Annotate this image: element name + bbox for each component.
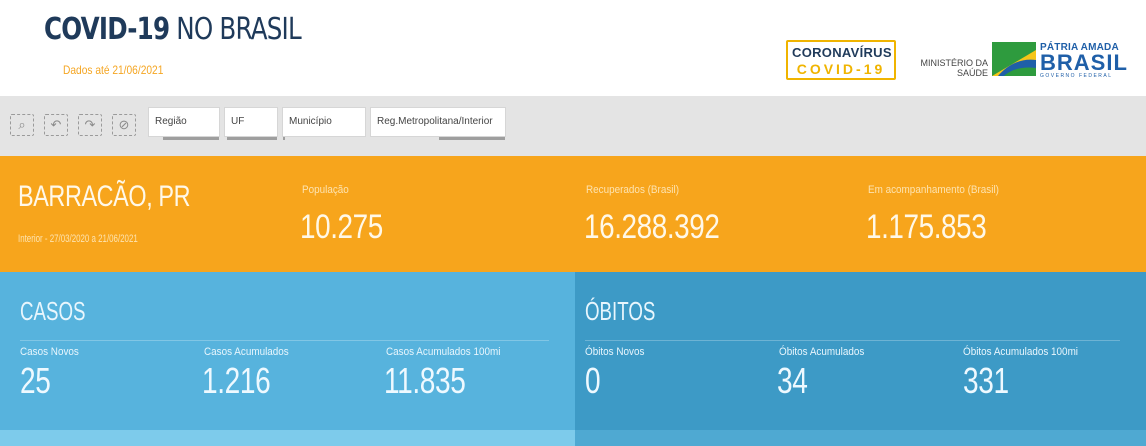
filter-regiao-label: Região — [155, 116, 187, 127]
title-light: NO BRASIL — [169, 12, 301, 47]
casos-bottom-strip — [0, 430, 575, 446]
obitos-per100k-label: Óbitos Acumulados 100mi — [963, 346, 1079, 358]
monitoring-label: Em acompanhamento (Brasil) — [868, 184, 999, 196]
obitos-per100k-value: 331 — [963, 360, 1009, 401]
filter-reg-metropolitana[interactable]: Reg.Metropolitana/Interior — [370, 107, 506, 140]
filter-municipio[interactable]: Município — [282, 107, 366, 140]
coronavirus-logo-line2: COVID-19 — [796, 61, 886, 77]
filter-municipio-label: Município — [289, 116, 332, 127]
coronavirus-logo-line1: CORONAVÍRUS — [792, 45, 892, 60]
city-name: BARRACÃO, PR — [18, 180, 191, 213]
ministerio-line2: SAÚDE — [956, 68, 988, 78]
casos-cumulative-value: 1.216 — [202, 360, 271, 401]
patria-amada-brasil-logo: PÁTRIA AMADA BRASIL GOVERNO FEDERAL — [1040, 42, 1128, 79]
casos-title: CASOS — [20, 296, 86, 326]
city-period: Interior - 27/03/2020 a 21/06/2021 — [18, 233, 138, 245]
casos-divider — [20, 340, 549, 341]
filter-municipio-bar — [283, 137, 285, 140]
selection-toolbar: ⌕ ↶ ↷ ⊘ Região UF Município Reg.Metropol… — [0, 96, 1146, 156]
clear-selection-icon[interactable]: ⊘ — [112, 114, 136, 136]
patria-line3: GOVERNO FEDERAL — [1040, 73, 1113, 79]
casos-per100k-value: 11.835 — [384, 360, 466, 401]
casos-per100k-label: Casos Acumulados 100mi — [386, 346, 501, 358]
filter-regiao[interactable]: Região — [148, 107, 220, 140]
obitos-bottom-strip — [575, 430, 1146, 446]
population-label: População — [302, 184, 349, 196]
obitos-panel: ÓBITOS Óbitos Novos 0 Óbitos Acumulados … — [575, 272, 1146, 446]
casos-cumulative-label: Casos Acumulados — [204, 346, 289, 358]
ministerio-saude-logo: MINISTÉRIO DA SAÚDE — [918, 58, 988, 78]
obitos-new-value: 0 — [585, 360, 601, 401]
title-bold: COVID-19 — [44, 12, 170, 47]
filter-regiao-bar — [163, 137, 219, 140]
obitos-cumulative-value: 34 — [777, 360, 808, 401]
obitos-divider — [585, 340, 1120, 341]
summary-band: BARRACÃO, PR Interior - 27/03/2020 a 21/… — [0, 156, 1146, 272]
obitos-title: ÓBITOS — [585, 296, 656, 326]
coronavirus-logo: CORONAVÍRUS COVID-19 — [786, 40, 896, 80]
filter-uf-bar — [227, 137, 277, 140]
recovered-label: Recuperados (Brasil) — [586, 184, 679, 196]
data-date-note: Dados até 21/06/2021 — [63, 63, 164, 77]
filter-reg-metropolitana-label: Reg.Metropolitana/Interior — [377, 116, 493, 127]
obitos-cumulative-label: Óbitos Acumulados — [779, 346, 865, 358]
filter-reg-metropolitana-bar — [439, 137, 505, 140]
casos-new-label: Casos Novos — [20, 346, 79, 358]
patria-line2: BRASIL — [1040, 50, 1128, 75]
forward-icon[interactable]: ↷ — [78, 114, 102, 136]
ministerio-line1: MINISTÉRIO DA — [920, 58, 988, 68]
recovered-value: 16.288.392 — [584, 208, 720, 246]
page-title: COVID-19 NO BRASIL — [44, 12, 302, 47]
filter-uf-label: UF — [231, 116, 245, 127]
population-value: 10.275 — [300, 208, 383, 246]
back-icon[interactable]: ↶ — [44, 114, 68, 136]
obitos-new-label: Óbitos Novos — [585, 346, 645, 358]
casos-new-value: 25 — [20, 360, 51, 401]
casos-panel: CASOS Casos Novos 25 Casos Acumulados 1.… — [0, 272, 575, 446]
monitoring-value: 1.175.853 — [866, 208, 987, 246]
zoom-selection-icon[interactable]: ⌕ — [10, 114, 34, 136]
filter-uf[interactable]: UF — [224, 107, 278, 140]
page-header: COVID-19 NO BRASIL Dados até 21/06/2021 … — [0, 0, 1146, 96]
brazil-flag-icon — [992, 42, 1036, 76]
